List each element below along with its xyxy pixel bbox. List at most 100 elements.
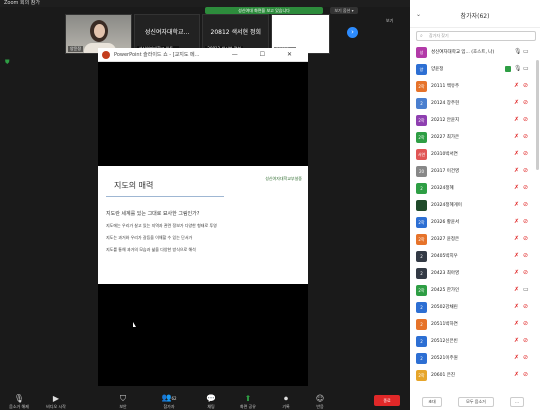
mic-off-icon[interactable]: ✗ <box>514 252 519 259</box>
participant-row[interactable]: 2 20512신은빈 ✗ ⊘ <box>410 333 540 350</box>
participant-row[interactable]: 2 20423 최아영 ✗ ⊘ <box>410 265 540 282</box>
participant-row[interactable]: 서연 20310박서연 ✗ ⊘ <box>410 146 540 163</box>
camera-off-icon[interactable]: ⊘ <box>523 303 528 310</box>
reactions-button[interactable]: ☺ 반응 <box>312 394 328 410</box>
camera-off-icon[interactable]: ⊘ <box>523 218 528 225</box>
participant-name: 20502강채린 <box>431 305 458 310</box>
camera-off-icon[interactable]: ⊘ <box>523 150 528 157</box>
powerpoint-window: PowerPoint 슬라이드 쇼 - [교지도 메... — ☐ ✕ 지도의 … <box>98 48 308 386</box>
participant-name: 20423 최아영 <box>431 271 460 276</box>
mic-off-icon[interactable]: ✗ <box>514 320 519 327</box>
participant-row[interactable]: 2학 20227 최가은 ✗ ⊘ <box>410 129 540 146</box>
avatar: 2 <box>416 183 427 194</box>
camera-off-icon[interactable]: ⊘ <box>523 99 528 106</box>
mic-off-icon[interactable]: ✗ <box>514 150 519 157</box>
mic-off-icon[interactable]: ✗ <box>514 269 519 276</box>
mute-button[interactable]: 🎙 음소거 해제 <box>4 394 34 410</box>
camera-off-icon[interactable]: ⊘ <box>523 235 528 242</box>
mic-off-icon[interactable]: ✗ <box>514 201 519 208</box>
camera-off-icon[interactable]: ⊘ <box>523 184 528 191</box>
camera-off-icon[interactable]: ⊘ <box>523 337 528 344</box>
chat-button[interactable]: 💬 채팅 <box>203 394 219 410</box>
participants-icon: 👥62 <box>161 393 177 402</box>
mic-off-icon[interactable]: ✗ <box>514 371 519 378</box>
participant-row[interactable]: 2학 20327 윤정은 ✗ ⊘ <box>410 231 540 248</box>
participant-row[interactable]: 2학 20111 백유주 ✗ ⊘ <box>410 78 540 95</box>
mic-off-icon[interactable]: ✗ <box>514 337 519 344</box>
camera-off-icon[interactable]: ⊘ <box>523 320 528 327</box>
mic-off-icon[interactable]: ✗ <box>514 133 519 140</box>
share-banner[interactable]: 성신여대 화면을 보고 있습니다 <box>205 7 323 14</box>
participant-row[interactable]: 2 20511박하연 ✗ ⊘ <box>410 316 540 333</box>
invite-button[interactable]: 초대 <box>422 397 442 407</box>
record-button[interactable]: ⏺ 기록 <box>278 394 294 410</box>
camera-on-icon[interactable]: ▭ <box>523 286 529 293</box>
camera-off-icon[interactable]: ⊘ <box>523 116 528 123</box>
participant-row[interactable]: 2 20124 장주현 ✗ ⊘ <box>410 95 540 112</box>
share-screen-button[interactable]: ⬆ 화면 공유 <box>236 394 260 410</box>
camera-off-icon[interactable]: ⊘ <box>523 167 528 174</box>
participant-row[interactable]: 2학 20212 안윤지 ✗ ⊘ <box>410 112 540 129</box>
camera-off-icon[interactable]: ⊘ <box>523 252 528 259</box>
view-options-button[interactable]: 보기 옵션 ▾ <box>330 7 358 14</box>
participant-row[interactable]: 2 20324정혜 ✗ ⊘ <box>410 180 540 197</box>
avatar: 2 <box>416 251 427 262</box>
end-meeting-button[interactable]: 종료 <box>374 395 400 406</box>
mic-off-icon[interactable]: ✗ <box>514 354 519 361</box>
powerpoint-logo-icon <box>102 51 110 59</box>
shield-icon[interactable]: ⛊ <box>5 59 11 66</box>
chevron-right-icon[interactable]: › <box>347 27 358 38</box>
shield-icon: ⛉ <box>120 394 126 403</box>
camera-off-icon[interactable]: ⊘ <box>523 354 528 361</box>
participant-row[interactable]: 2학 20601 은진 ✗ ⊘ <box>410 367 540 384</box>
mic-off-icon[interactable]: ✗ <box>514 99 519 106</box>
security-button[interactable]: ⛉ 보안 <box>113 394 133 410</box>
mic-on-icon[interactable]: 🎙 <box>514 48 522 55</box>
mic-off-icon[interactable]: ✗ <box>514 184 519 191</box>
participant-name: 성신여자대학교 임... (호스트, 나) <box>431 50 495 55</box>
mic-off-icon[interactable]: ✗ <box>514 82 519 89</box>
window-controls[interactable]: — ☐ ✕ <box>232 48 302 62</box>
participant-row[interactable]: 20 20317 이건영 ✗ ⊘ <box>410 163 540 180</box>
more-button[interactable]: ... <box>510 397 524 407</box>
participant-row[interactable]: 2 20502강채린 ✗ ⊘ <box>410 299 540 316</box>
camera-off-icon[interactable]: ⊘ <box>523 269 528 276</box>
participant-row[interactable]: 2학 20326 황윤서 ✗ ⊘ <box>410 214 540 231</box>
camera-off-icon[interactable]: ⊘ <box>523 133 528 140</box>
participant-list: 성 성신여자대학교 임... (호스트, 나) 🎙 ▭ 양 양윤정 🎙 ▭ 2학 20111 백유… <box>410 44 540 384</box>
mic-off-icon: 🎙 <box>13 394 25 403</box>
participant-row[interactable]: 양 양윤정 🎙 ▭ <box>410 61 540 78</box>
participants-button[interactable]: 👥62 참가자 <box>154 393 184 410</box>
participant-row[interactable]: 2학 20425 한가인 ✗ ▭ <box>410 282 540 299</box>
camera-on-icon[interactable]: ▭ <box>523 65 529 72</box>
view-label[interactable]: 보기 <box>386 18 393 24</box>
mic-off-icon[interactable]: ✗ <box>514 116 519 123</box>
mic-off-icon[interactable]: ✗ <box>514 218 519 225</box>
camera-off-icon[interactable]: ⊘ <box>523 201 528 208</box>
mic-off-icon[interactable]: ✗ <box>514 235 519 242</box>
participant-row[interactable]: 2 20521이주원 ✗ ⊘ <box>410 350 540 367</box>
mute-all-button[interactable]: 모두 음소거 <box>458 397 494 407</box>
panel-title: 참가자(62) <box>460 13 490 20</box>
camera-off-icon[interactable]: ⊘ <box>523 82 528 89</box>
participant-row[interactable]: 20324정혜게이 ✗ ⊘ <box>410 197 540 214</box>
participant-row[interactable]: 2 20405박지우 ✗ ⊘ <box>410 248 540 265</box>
participant-scrollbar[interactable] <box>536 60 539 170</box>
start-video-button[interactable]: ▶ 비디오 시작 <box>40 394 72 410</box>
person-face <box>94 24 105 38</box>
meeting-toolbar: 🎙 음소거 해제 ▶ 비디오 시작 ⛉ 보안 👥62 참가자 💬 채팅 ⬆ 화면… <box>0 390 410 410</box>
mic-off-icon[interactable]: ✗ <box>514 167 519 174</box>
mic-off-icon[interactable]: ✗ <box>514 286 519 293</box>
school-logo: 성신여자대학교부설중 <box>265 176 302 181</box>
camera-off-icon[interactable]: ⊘ <box>523 371 528 378</box>
mic-on-icon[interactable]: 🎙 <box>514 65 522 72</box>
participant-name: 20521이주원 <box>431 356 458 361</box>
participant-row[interactable]: 성 성신여자대학교 임... (호스트, 나) 🎙 ▭ <box>410 44 540 61</box>
slide-bullet: 지도에는 우리가 살고 있는 지역과 관련 정보가 다양한 형태로 투영 <box>106 223 217 228</box>
mic-off-icon[interactable]: ✗ <box>514 303 519 310</box>
avatar: 양 <box>416 64 427 75</box>
participant-search-input[interactable]: ⌕ 참가자 찾기 <box>416 31 536 41</box>
camera-on-icon[interactable]: ▭ <box>523 48 529 55</box>
avatar: 2 <box>416 268 427 279</box>
participant-name: 20425 한가인 <box>431 288 460 293</box>
